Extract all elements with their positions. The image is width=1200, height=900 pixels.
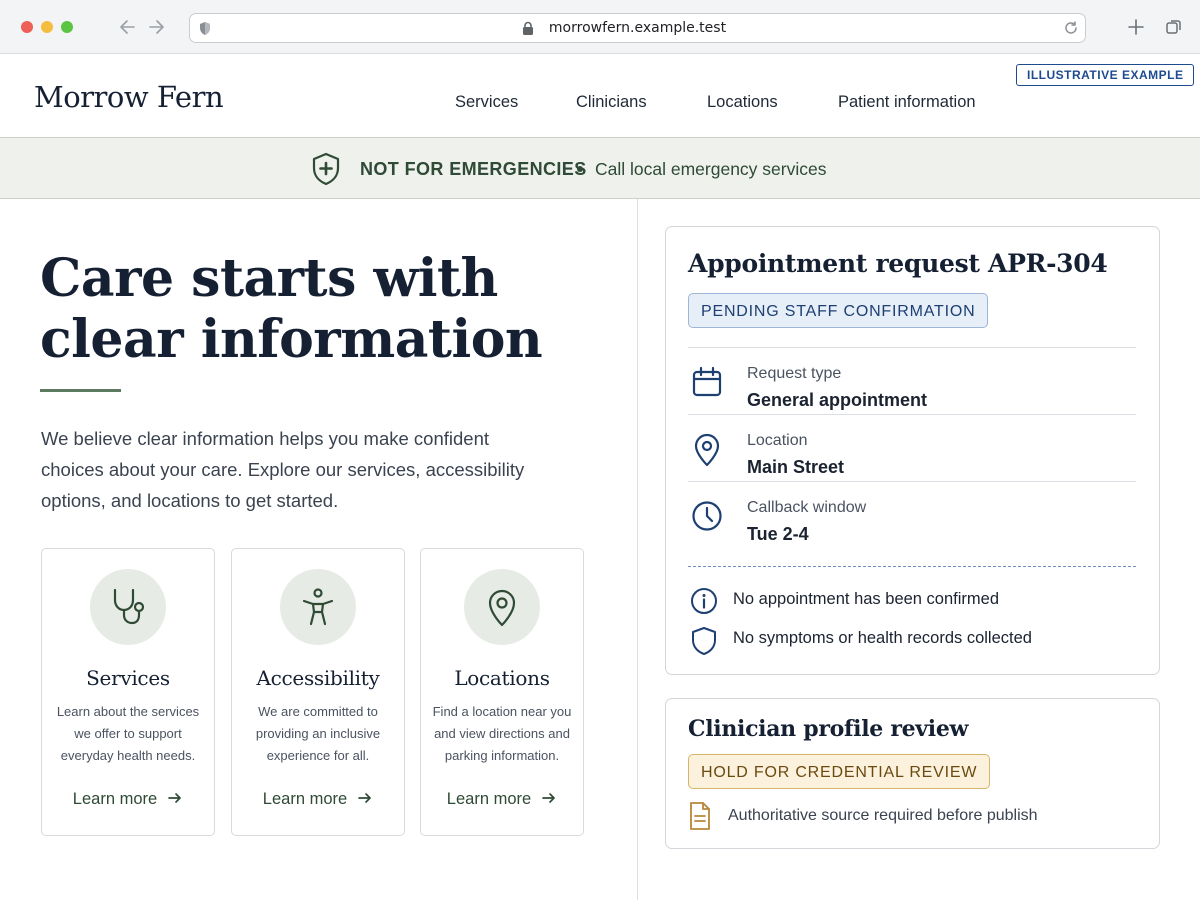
card-locations: Locations Find a location near you and v…	[420, 548, 584, 836]
hero-title-line-1: Care starts with	[40, 248, 498, 309]
nav-locations[interactable]: Locations	[707, 93, 778, 112]
appointment-request-panel: Appointment request APR-304 PENDING STAF…	[665, 226, 1160, 675]
map-pin-icon	[464, 569, 540, 645]
note-text: No symptoms or health records collected	[733, 629, 1032, 647]
services-learn-more-link[interactable]: Learn more	[42, 790, 214, 811]
site-header: Morrow Fern Services Clinicians Location…	[0, 54, 1200, 138]
link-label: Learn more	[262, 790, 348, 808]
address-bar[interactable]: morrowfern.example.test	[189, 13, 1086, 43]
hold-status-badge: HOLD FOR CREDENTIAL REVIEW	[688, 754, 991, 789]
note-text: Authoritative source required before pub…	[728, 807, 1038, 824]
banner-separator	[577, 166, 583, 172]
arrow-right-icon	[357, 790, 373, 811]
hero-title: Care starts with clear information	[40, 248, 600, 370]
accessibility-learn-more-link[interactable]: Learn more	[232, 790, 404, 811]
card-services: Services Learn about the services we off…	[41, 548, 215, 836]
card-description: Learn about the services we offer to sup…	[56, 704, 200, 763]
card-description: Find a location near you and view direct…	[432, 704, 572, 763]
browser-chrome: morrowfern.example.test	[0, 0, 1200, 54]
clock-icon	[691, 500, 723, 536]
document-icon	[688, 801, 712, 835]
detail-value: General appointment	[747, 390, 928, 410]
detail-row-request-type: Request type General appointment	[688, 347, 1136, 414]
detail-row-location: Location Main Street	[688, 414, 1136, 481]
nav-patient-information[interactable]: Patient information	[838, 93, 976, 112]
back-arrow-icon[interactable]	[117, 16, 139, 38]
hero-title-line-2: clear information	[40, 309, 543, 370]
info-icon	[690, 587, 718, 619]
card-title: Services	[86, 666, 170, 690]
banner-title: NOT FOR EMERGENCIES	[360, 159, 587, 179]
nav-services[interactable]: Services	[455, 93, 518, 112]
nav-clinicians[interactable]: Clinicians	[576, 93, 647, 112]
shield-plus-icon	[311, 152, 341, 190]
appointment-title: Appointment request APR-304	[688, 249, 1108, 278]
accessibility-icon	[280, 569, 356, 645]
stethoscope-icon	[90, 569, 166, 645]
illustrative-example-badge: ILLUSTRATIVE EXAMPLE	[1016, 64, 1195, 86]
locations-learn-more-link[interactable]: Learn more	[421, 790, 583, 811]
forward-arrow-icon[interactable]	[145, 16, 167, 38]
note-text: No appointment has been confirmed	[733, 590, 999, 608]
detail-label: Location	[747, 432, 808, 449]
card-description: We are committed to providing an inclusi…	[255, 704, 381, 763]
link-label: Learn more	[72, 790, 158, 808]
clinician-review-panel: Clinician profile review HOLD FOR CREDEN…	[665, 698, 1160, 849]
maximize-window-button[interactable]	[61, 21, 73, 33]
url-text: morrowfern.example.test	[548, 20, 727, 36]
minimize-window-button[interactable]	[41, 21, 53, 33]
detail-value: Tue 2-4	[747, 524, 809, 544]
detail-label: Callback window	[747, 499, 867, 516]
location-icon	[691, 433, 723, 471]
card-accessibility: Accessibility We are committed to provid…	[231, 548, 405, 836]
arrow-right-icon	[167, 790, 183, 811]
detail-row-callback-window: Callback window Tue 2-4	[688, 481, 1136, 548]
hero-description: We believe clear information helps you m…	[41, 428, 525, 511]
hero-accent-rule	[40, 389, 121, 392]
close-window-button[interactable]	[21, 21, 33, 33]
dashed-divider	[688, 566, 1136, 567]
status-badge: PENDING STAFF CONFIRMATION	[688, 293, 989, 328]
clinician-review-title: Clinician profile review	[688, 716, 969, 742]
detail-label: Request type	[747, 365, 842, 382]
arrow-right-icon	[541, 790, 557, 811]
emergency-banner: NOT FOR EMERGENCIES Call local emergency…	[0, 138, 1200, 199]
link-label: Learn more	[446, 790, 532, 808]
shield-icon	[690, 626, 718, 660]
card-title: Locations	[454, 666, 550, 690]
card-title: Accessibility	[256, 666, 380, 690]
column-divider	[637, 199, 638, 900]
brand-logo[interactable]: Morrow Fern	[34, 80, 224, 114]
calendar-icon	[691, 366, 723, 402]
new-tab-icon[interactable]	[1127, 18, 1145, 40]
detail-value: Main Street	[747, 457, 845, 477]
reload-icon[interactable]	[1063, 20, 1079, 40]
tab-overview-icon[interactable]	[1165, 18, 1183, 40]
banner-text: Call local emergency services	[595, 159, 827, 179]
